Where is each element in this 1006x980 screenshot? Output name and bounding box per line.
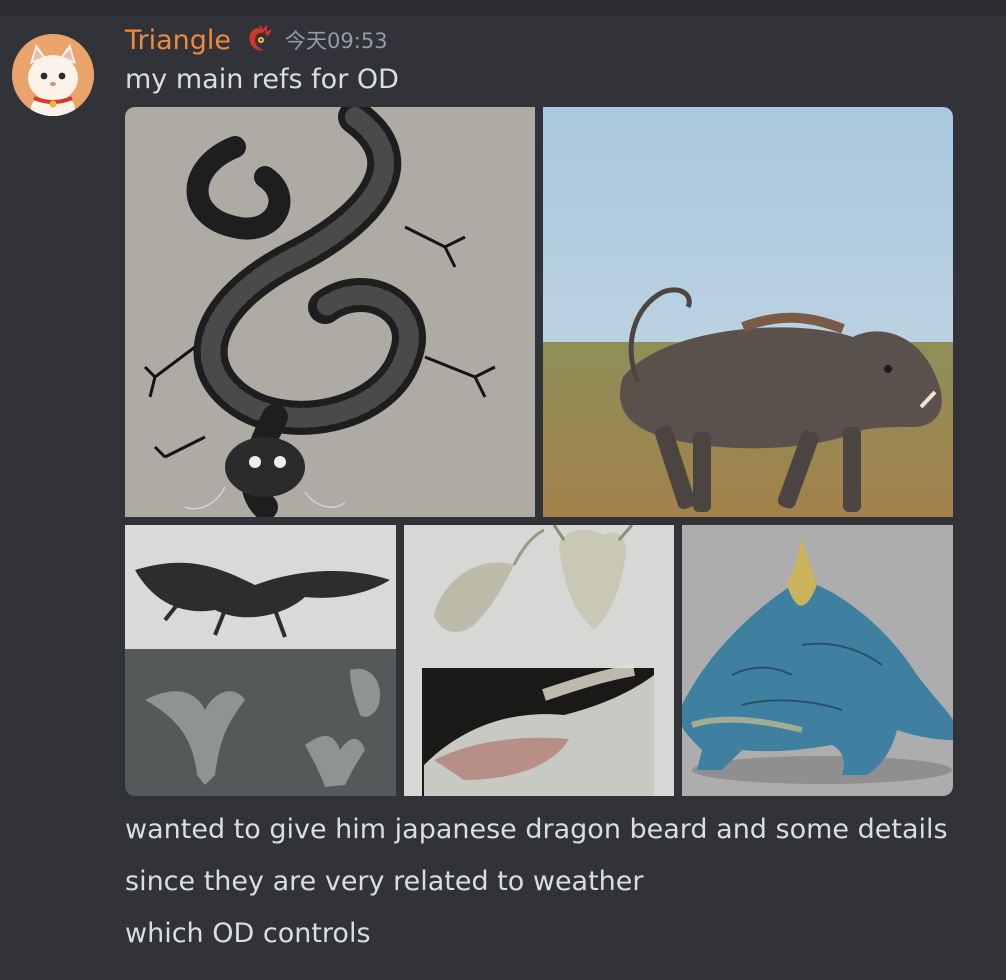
chat-message: Triangle 今天09:53 my main refs for OD wan… <box>0 16 1006 980</box>
username[interactable]: Triangle <box>125 25 231 56</box>
message-text-line: wanted to give him japanese dragon beard… <box>125 814 948 845</box>
message-text-line: my main refs for OD <box>125 64 399 95</box>
message-header: Triangle 今天09:53 <box>125 22 388 58</box>
chat-top-divider <box>0 0 1006 16</box>
message-text-line: since they are very related to weather <box>125 866 644 897</box>
image-attachment[interactable] <box>682 525 953 796</box>
message-text-line: which OD controls <box>125 918 371 949</box>
image-attachment[interactable] <box>404 525 674 796</box>
image-attachment[interactable] <box>125 525 396 796</box>
image-attachment[interactable] <box>543 107 953 517</box>
red-dragon-badge-icon[interactable] <box>245 24 273 55</box>
cat-avatar-icon <box>12 34 94 116</box>
image-attachment[interactable] <box>125 107 535 517</box>
avatar[interactable] <box>12 34 94 116</box>
timestamp: 今天09:53 <box>285 29 388 53</box>
